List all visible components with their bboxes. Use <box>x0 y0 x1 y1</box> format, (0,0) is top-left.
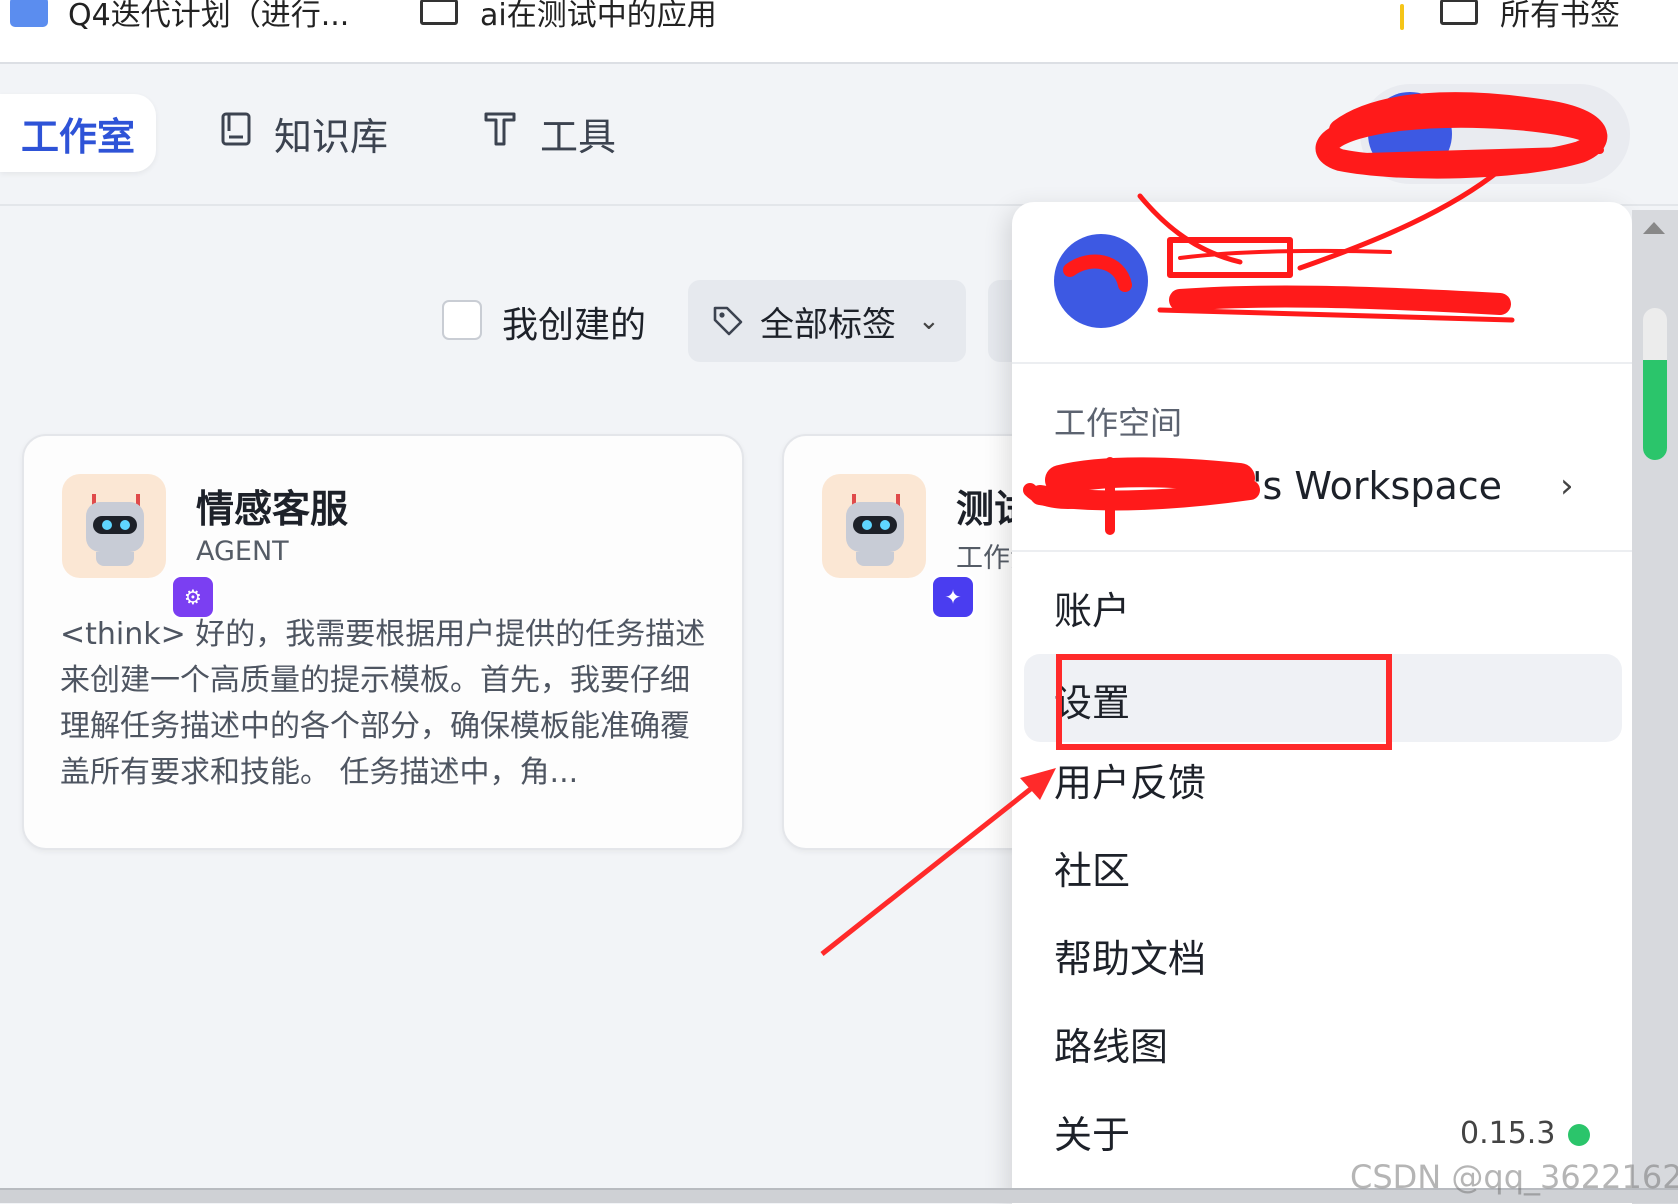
menu-item-label: 帮助文档 <box>1054 937 1207 981</box>
tab-studio[interactable]: 工作室 <box>0 94 156 172</box>
workspace-name: 's Workspace <box>1252 464 1503 508</box>
avatar <box>1054 234 1148 328</box>
status-dot <box>1568 1124 1590 1146</box>
folder-icon <box>1440 0 1478 25</box>
card-description: <think> 好的，我需要根据用户提供的任务描述来创建一个高质量的提示模板。首… <box>60 617 706 790</box>
menu-item-label: 关于 <box>1054 1113 1131 1157</box>
bookmark-label: 所有书签 <box>1500 0 1620 33</box>
book-icon <box>220 111 252 156</box>
watermark: CSDN @qq_36221620 <box>1350 1158 1678 1196</box>
bookmarks-bar: Q4迭代计划（进行... ai在测试中的应用 所有书签 <box>0 0 1678 64</box>
tab-label: 知识库 <box>274 114 389 159</box>
tags-label: 全部标签 <box>760 304 896 345</box>
bookmark-ai-testing[interactable]: ai在测试中的应用 <box>420 0 717 38</box>
divider <box>1012 550 1632 552</box>
menu-item-label: 路线图 <box>1054 1025 1169 1069</box>
robot-icon: ⚙ <box>62 474 216 620</box>
annotation-highlight-box <box>1056 654 1392 750</box>
bookmark-separator <box>1400 4 1404 30</box>
workflow-badge-icon: ✦ <box>930 574 976 620</box>
bookmark-q4-plan[interactable]: Q4迭代计划（进行... <box>10 0 349 38</box>
card-type: AGENT <box>196 536 289 567</box>
app-card[interactable]: ✦ 测试 工作流 <box>782 434 1046 850</box>
card-title: 情感客服 <box>196 487 349 531</box>
chevron-down-icon: ⌄ <box>918 306 940 336</box>
scroll-up-arrow-icon[interactable] <box>1643 222 1665 234</box>
menu-item-account[interactable]: 账户 <box>1012 562 1632 650</box>
divider <box>1012 362 1632 364</box>
tab-label: 工作室 <box>20 114 135 159</box>
app-card[interactable]: ⚙ 情感客服 AGENT <think> 好的，我需要根据用户提供的任务描述来创… <box>22 434 744 850</box>
menu-item-community[interactable]: 社区 <box>1012 822 1632 910</box>
mine-checkbox[interactable] <box>442 300 482 340</box>
tags-dropdown[interactable]: 全部标签 ⌄ <box>688 280 966 362</box>
tab-label: 工具 <box>540 114 617 159</box>
robot-icon: ✦ <box>822 474 976 620</box>
tab-knowledge[interactable]: 知识库 <box>220 94 388 172</box>
workspace-label: 工作空间 <box>1054 404 1183 442</box>
bookmark-label: Q4迭代计划（进行... <box>68 0 350 33</box>
hammer-icon <box>482 110 518 157</box>
app-icon <box>10 0 48 27</box>
avatar[interactable] <box>1368 92 1452 176</box>
mine-label: 我创建的 <box>502 305 647 346</box>
scrollbar-thumb[interactable] <box>1643 308 1667 460</box>
top-nav: 工作室 知识库 工具 <box>0 64 1678 206</box>
menu-item-label: 账户 <box>1054 589 1131 633</box>
bookmark-label: ai在测试中的应用 <box>480 0 717 33</box>
menu-item-docs[interactable]: 帮助文档 <box>1012 910 1632 998</box>
folder-icon <box>420 0 458 25</box>
menu-item-roadmap[interactable]: 路线图 <box>1012 998 1632 1086</box>
menu-item-label: 社区 <box>1054 849 1131 893</box>
tag-icon <box>712 305 744 337</box>
tab-tools[interactable]: 工具 <box>482 94 616 172</box>
chevron-right-icon: › <box>1560 466 1574 506</box>
menu-item-label: 用户反馈 <box>1054 761 1207 805</box>
version-label: 0.15.3 <box>1460 1116 1556 1151</box>
workspace-switcher[interactable]: 's Workspace › <box>1012 452 1632 542</box>
bookmark-all[interactable]: 所有书签 <box>1440 0 1620 38</box>
